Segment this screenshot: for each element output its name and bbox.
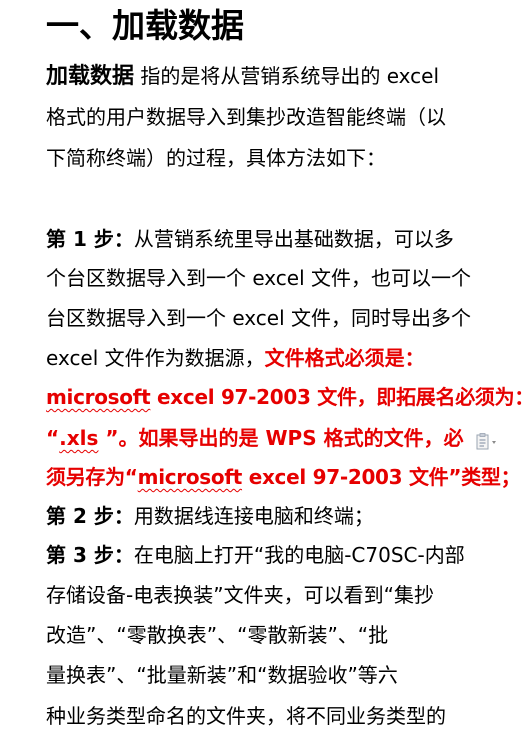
step3-text-1: 在电脑上打开“我的电脑-C70SC-内部 <box>133 543 465 567</box>
step1-line-4: excel 文件作为数据源，文件格式必须是： <box>46 338 486 378</box>
step1-line-7: 须另存为“microsoft excel 97-2003 文件”类型； <box>46 457 521 497</box>
step1-emphasis-6c: ”。如果导出的是 WPS 格式的文件，必 <box>98 426 464 450</box>
step1-line-2: 个台区数据导入到一个 excel 文件，也可以一个 <box>46 266 472 290</box>
step2-text: 用数据线连接电脑和终端； <box>133 504 374 528</box>
step1-text-1: 从营销系统里导出基础数据，可以多 <box>133 227 454 251</box>
step1-line-5: microsoft excel 97-2003 文件，即拓展名必须为： <box>46 377 526 417</box>
step1-line-6: “.xls ”。如果导出的是 WPS 格式的文件，必 <box>46 418 486 458</box>
spell-check-extension: .xls <box>59 426 99 450</box>
step1-line-1: 第 1 步：从营销系统里导出基础数据，可以多 <box>46 219 486 259</box>
step1-emphasis-6a: “ <box>46 426 60 450</box>
paste-options-icon[interactable] <box>475 432 515 452</box>
step2-label: 第 2 步： <box>46 504 134 528</box>
intro-line-3: 下简称终端）的过程，具体方法如下： <box>46 146 386 170</box>
step1-text-4a: excel 文件作为数据源， <box>46 346 265 370</box>
intro-line-1: 加载数据 指的是将从营销系统导出的 excel <box>46 56 486 97</box>
step3-line-3: 改造”、“零散换表”、“零散新装”、“批 <box>46 623 389 647</box>
step3-label: 第 3 步： <box>46 543 134 567</box>
intro-line-2: 格式的用户数据导入到集抄改造智能终端（以 <box>46 105 446 129</box>
intro-text-1: 指的是将从营销系统导出的 excel <box>134 64 440 88</box>
document-page: 一、加载数据 加载数据 指的是将从营销系统导出的 excel 格式的用户数据导入… <box>0 0 526 751</box>
step3-line-2: 存储设备-电表换装”文件夹，可以看到“集抄 <box>46 583 434 607</box>
step1-emphasis-5b: excel 97-2003 文件，即拓展名必须为： <box>150 385 526 409</box>
step1-emphasis-4b: 文件格式必须是： <box>264 346 425 370</box>
step3-line-5: 种业务类型命名的文件夹，将不同业务类型的 <box>46 704 446 728</box>
step2-line: 第 2 步：用数据线连接电脑和终端； <box>46 496 486 536</box>
step3-line-4: 量换表”、“批量新装”和“数据验收”等六 <box>46 663 398 687</box>
intro-lead: 加载数据 <box>46 64 135 89</box>
spell-check-word: microsoft <box>46 385 151 409</box>
step1-label: 第 1 步： <box>46 227 134 251</box>
spell-check-word-2: microsoft <box>137 465 243 489</box>
step1-line-3: 台区数据导入到一个 excel 文件，同时导出多个 <box>46 306 472 330</box>
section-heading: 一、加载数据 <box>46 6 244 45</box>
step1-emphasis-7a: 须另存为“ <box>46 465 138 489</box>
step3-line-1: 第 3 步：在电脑上打开“我的电脑-C70SC-内部 <box>46 535 486 575</box>
step1-emphasis-7c: excel 97-2003 文件”类型； <box>242 465 521 489</box>
